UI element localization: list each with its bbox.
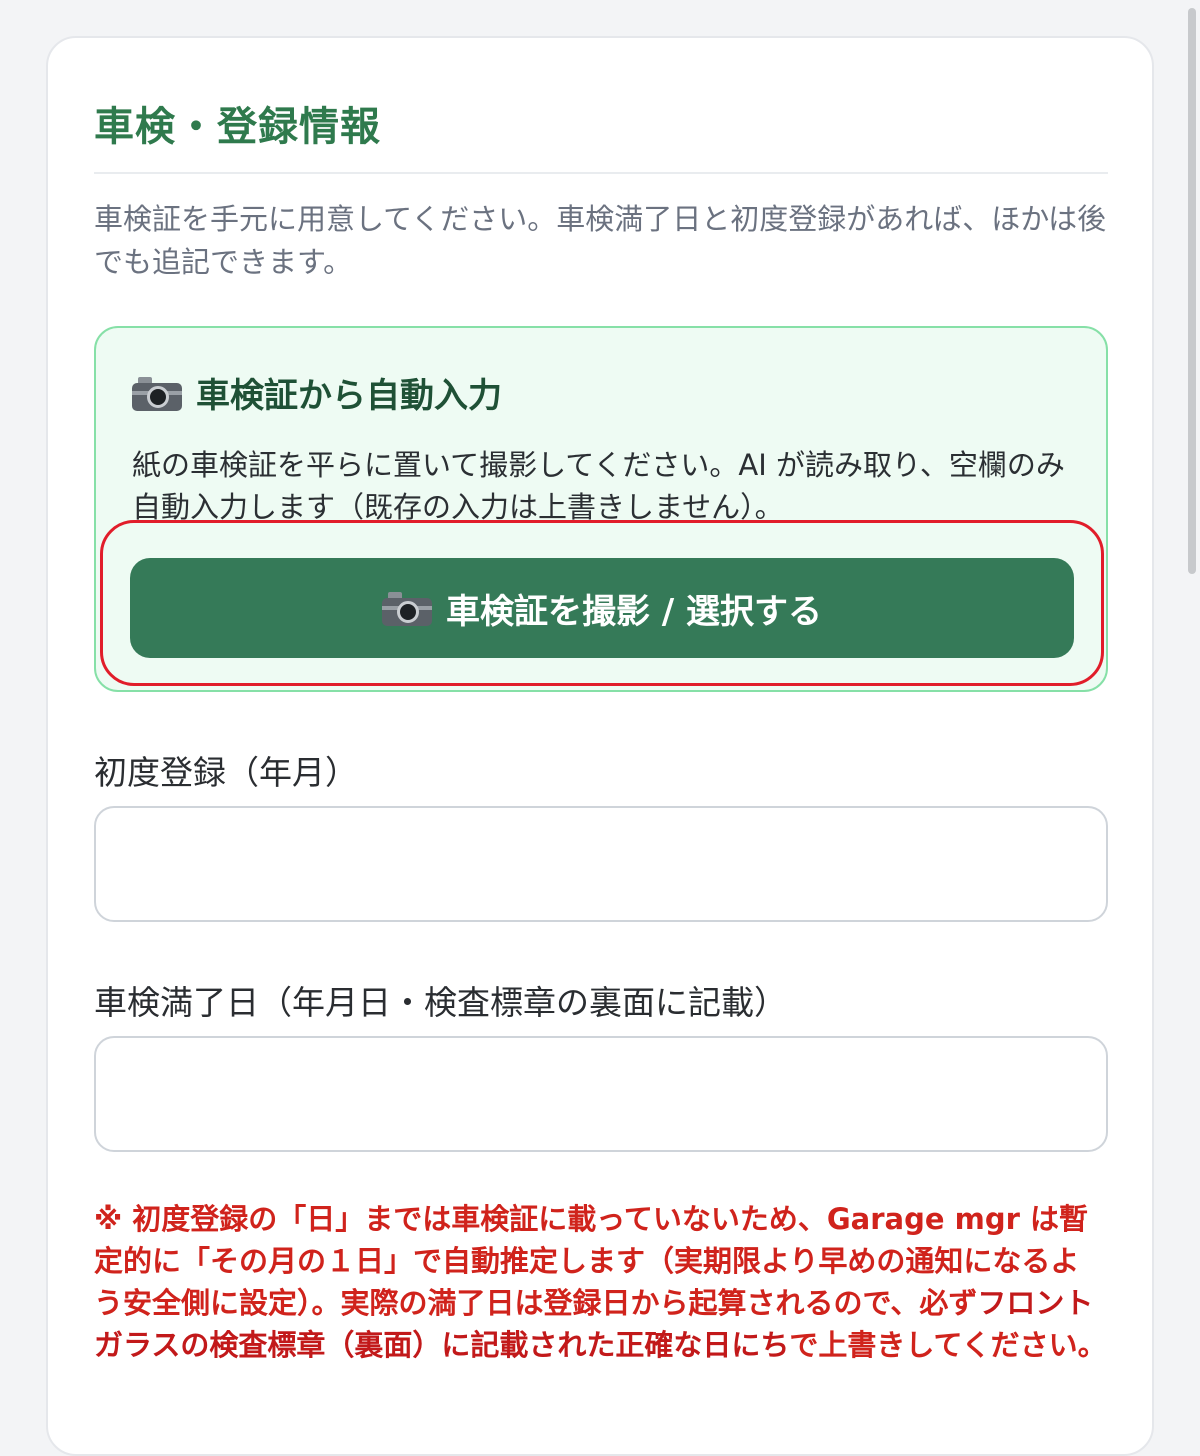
first-registration-input[interactable] — [94, 806, 1108, 922]
inspection-expiry-label: 車検満了日（年月日・検査標章の裏面に記載） — [94, 983, 787, 1022]
estimation-notice: ※ 初度登録の「日」までは車検証に載っていないため、Garage mgr は暫定… — [94, 1198, 1108, 1366]
first-registration-label: 初度登録（年月） — [94, 753, 358, 792]
section-title: 車検・登録情報 — [94, 104, 381, 150]
section-intro: 車検証を手元に用意してください。車検満了日と初度登録があれば、ほかは後でも追記で… — [94, 202, 1107, 279]
auto-fill-title: 車検証から自動入力 — [132, 368, 502, 417]
auto-fill-description: 紙の車検証を平らに置いて撮影してください。AI が読み取り、空欄のみ自動入力しま… — [132, 448, 1065, 524]
capture-button-label: 車検証を撮影 / 選択する — [445, 591, 823, 632]
title-divider — [94, 172, 1108, 174]
registration-card: 車検・登録情報 車検証を手元に用意してください。車検満了日と初度登録があれば、ほ… — [46, 36, 1154, 1456]
notice-text-2: で上書きしてください。 — [789, 1328, 1107, 1362]
camera-icon — [132, 375, 182, 411]
notice-text-1: ※ 初度登録の「日」までは車検証に載っていないため、Garage mgr は暫定… — [94, 1202, 1088, 1320]
auto-fill-title-text: 車検証から自動入力 — [196, 376, 502, 416]
inspection-expiry-input[interactable] — [94, 1036, 1108, 1152]
auto-fill-panel: 車検証から自動入力 紙の車検証を平らに置いて撮影してください。AI が読み取り、… — [94, 326, 1108, 692]
scrollbar-thumb[interactable] — [1188, 8, 1196, 574]
page-scrollbar[interactable] — [1186, 0, 1200, 1430]
camera-icon — [381, 590, 432, 626]
capture-certificate-button[interactable]: 車検証を撮影 / 選択する — [130, 558, 1074, 658]
